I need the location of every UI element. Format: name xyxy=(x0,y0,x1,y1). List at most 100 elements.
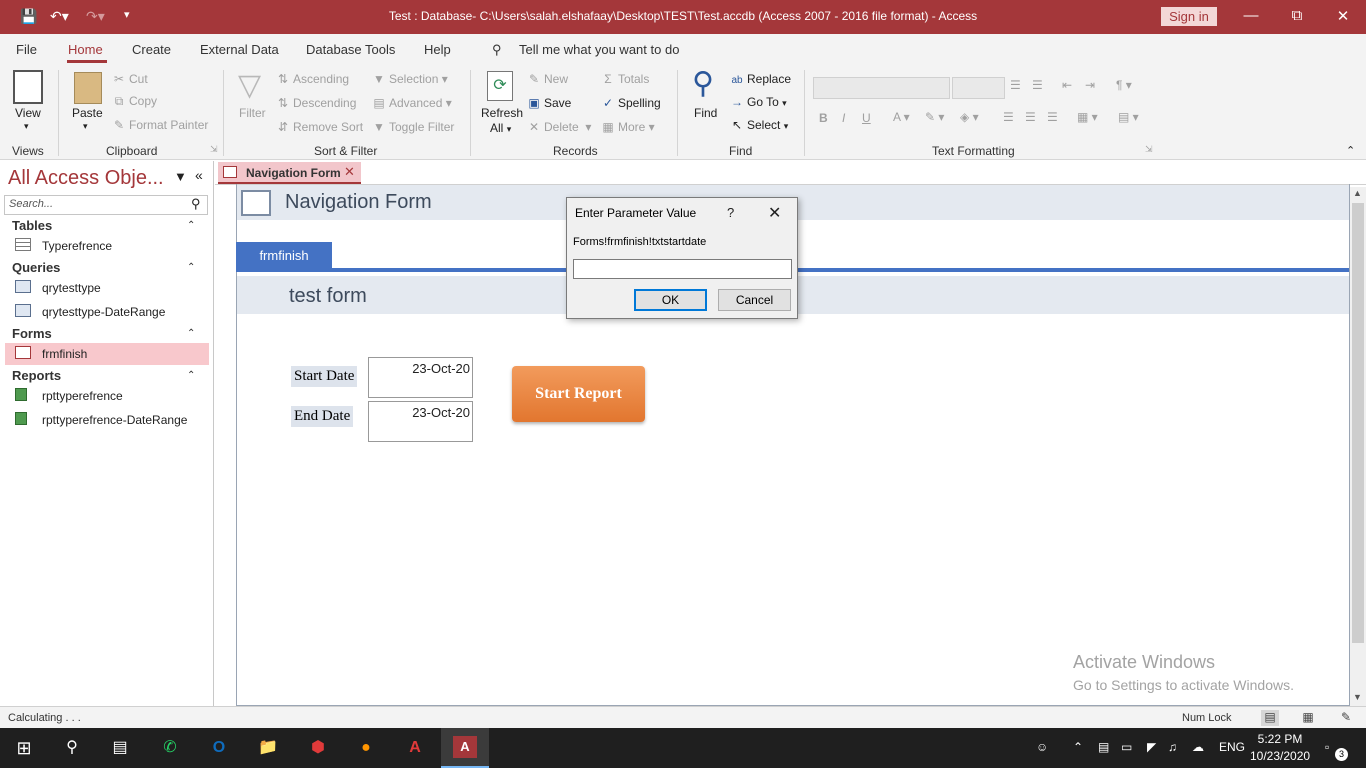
tab-external-data[interactable]: External Data xyxy=(200,42,279,57)
view-dropdown-icon[interactable]: ▾ xyxy=(24,121,29,132)
section-reports[interactable]: Reports xyxy=(12,368,61,383)
section-tables[interactable]: Tables xyxy=(12,218,52,233)
refresh-all-label[interactable]: All ▾ xyxy=(490,121,511,135)
collapse-reports-icon[interactable]: ⌃ xyxy=(187,370,195,381)
nav-item-frmfinish[interactable]: frmfinish xyxy=(5,343,209,365)
acrobat-icon[interactable]: A xyxy=(402,736,428,760)
view-icon[interactable] xyxy=(13,70,43,104)
view-button[interactable]: View xyxy=(15,106,41,120)
clock[interactable]: 5:22 PM 10/23/2020 xyxy=(1250,731,1310,765)
form-view-icon[interactable]: ▤ xyxy=(1261,710,1279,726)
tell-me-input[interactable]: Tell me what you want to do xyxy=(519,42,679,57)
cut-button[interactable]: ✂ Cut xyxy=(112,72,148,86)
start-report-button[interactable]: Start Report xyxy=(512,366,645,422)
wifi-icon[interactable]: ◤ xyxy=(1147,740,1156,754)
scroll-down-icon[interactable]: ▼ xyxy=(1353,692,1362,702)
nav-menu-dropdown-icon[interactable]: ▼ xyxy=(174,169,187,184)
collapse-tables-icon[interactable]: ⌃ xyxy=(187,220,195,231)
scroll-thumb[interactable] xyxy=(1352,203,1364,643)
selection-button[interactable]: ▼ Selection ▾ xyxy=(372,72,448,86)
goto-button[interactable]: → Go To ▾ xyxy=(730,95,787,109)
format-painter-button[interactable]: ✎ Format Painter xyxy=(112,118,208,132)
battery-icon[interactable]: ▭ xyxy=(1121,740,1132,754)
nav-search-input[interactable]: Search... xyxy=(4,195,208,215)
clipboard-launcher-icon[interactable]: ⇲ xyxy=(210,144,218,155)
tray-app-icon[interactable]: ▤ xyxy=(1098,740,1109,754)
nav-pane-title[interactable]: All Access Obje... xyxy=(8,167,164,190)
cancel-button[interactable]: Cancel xyxy=(718,289,791,311)
remove-sort-button[interactable]: ⇵ Remove Sort xyxy=(276,120,363,134)
delete-record-button[interactable]: ✕ Delete ▾ xyxy=(527,120,591,134)
select-button[interactable]: ↖ Select ▾ xyxy=(730,118,788,132)
save-record-button[interactable]: ▣ Save xyxy=(527,96,571,110)
nav-item-typerefrence[interactable]: Typerefrence xyxy=(5,235,209,257)
paste-dropdown-icon[interactable]: ▾ xyxy=(83,121,88,132)
nav-tab-frmfinish[interactable]: frmfinish xyxy=(236,242,332,270)
firefox-icon[interactable]: ● xyxy=(353,736,379,760)
replace-button[interactable]: ab Replace xyxy=(730,72,791,86)
ascending-button[interactable]: ⇅ Ascending xyxy=(276,72,349,86)
section-forms[interactable]: Forms xyxy=(12,326,52,341)
task-view-icon[interactable]: ▤ xyxy=(107,736,133,760)
tray-overflow-icon[interactable]: ⌃ xyxy=(1073,740,1083,754)
action-center-icon[interactable]: ▫ xyxy=(1325,740,1329,754)
design-view-icon[interactable]: ✎ xyxy=(1337,710,1355,726)
cloud-icon[interactable]: ☁ xyxy=(1192,740,1204,754)
tab-database-tools[interactable]: Database Tools xyxy=(306,42,395,57)
layout-view-icon[interactable]: ▦ xyxy=(1299,710,1317,726)
spelling-button[interactable]: ✓ Spelling xyxy=(601,96,661,110)
restore-icon[interactable]: ⧉ xyxy=(1285,7,1309,27)
nav-item-rpttyperefrence[interactable]: rpttyperefrence xyxy=(5,385,209,407)
tab-create[interactable]: Create xyxy=(132,42,171,57)
tab-file[interactable]: File xyxy=(16,42,37,57)
end-date-field[interactable]: 23-Oct-20 xyxy=(368,401,473,442)
document-tab-navigation-form[interactable]: Navigation Form ✕ xyxy=(218,162,361,184)
search-icon[interactable]: ⚲ xyxy=(59,736,85,760)
close-tab-icon[interactable]: ✕ xyxy=(344,164,355,180)
collapse-queries-icon[interactable]: ⌃ xyxy=(187,262,195,273)
ok-button[interactable]: OK xyxy=(634,289,707,311)
advanced-button[interactable]: ▤ Advanced ▾ xyxy=(372,96,451,110)
people-icon[interactable]: ☺ xyxy=(1036,740,1048,754)
toggle-filter-button[interactable]: ▼ Toggle Filter xyxy=(372,120,454,134)
help-icon[interactable]: ? xyxy=(727,205,734,220)
close-icon[interactable]: ✕ xyxy=(1331,7,1355,27)
descending-button[interactable]: ⇅ Descending xyxy=(276,96,356,110)
copy-button[interactable]: ⧉ Copy xyxy=(112,94,157,109)
collapse-ribbon-icon[interactable]: ⌃ xyxy=(1346,144,1355,157)
whatsapp-icon[interactable]: ✆ xyxy=(157,736,183,760)
file-explorer-icon[interactable]: 📁 xyxy=(255,736,281,760)
section-queries[interactable]: Queries xyxy=(12,260,60,275)
nav-item-rpttyperefrence-daterange[interactable]: rpttyperefrence-DateRange xyxy=(5,409,209,431)
parameter-input[interactable] xyxy=(573,259,792,279)
new-record-button[interactable]: ✎ New xyxy=(527,72,568,86)
filter-icon[interactable]: ▽ xyxy=(238,68,261,103)
paste-button[interactable]: Paste xyxy=(72,106,103,120)
sign-in-button[interactable]: Sign in xyxy=(1161,7,1217,26)
refresh-icon[interactable]: ⟳ xyxy=(487,71,513,101)
collapse-forms-icon[interactable]: ⌃ xyxy=(187,328,195,339)
dialog-close-icon[interactable]: ✕ xyxy=(768,203,781,223)
search-icon[interactable]: ⚲ xyxy=(191,196,201,212)
paste-icon[interactable] xyxy=(74,72,102,104)
nav-item-qrytesttype-daterange[interactable]: qrytesttype-DateRange xyxy=(5,301,209,323)
language-indicator[interactable]: ENG xyxy=(1219,740,1245,754)
shutter-bar-icon[interactable]: « xyxy=(195,167,203,183)
app-icon[interactable]: ⬢ xyxy=(305,736,331,760)
more-button[interactable]: ▦ More ▾ xyxy=(601,120,654,134)
find-button[interactable]: Find xyxy=(694,106,717,120)
minimize-icon[interactable]: — xyxy=(1239,7,1263,27)
refresh-all-button[interactable]: Refresh xyxy=(481,106,523,120)
nav-item-qrytesttype[interactable]: qrytesttype xyxy=(5,277,209,299)
tab-home[interactable]: Home xyxy=(68,42,103,57)
volume-icon[interactable]: ♫ xyxy=(1168,740,1177,754)
find-magnifier-icon[interactable]: ⚲ xyxy=(692,66,714,101)
scroll-up-icon[interactable]: ▲ xyxy=(1353,188,1362,198)
outlook-icon[interactable]: O xyxy=(206,736,232,760)
access-taskbar-button[interactable]: A xyxy=(441,728,489,768)
tab-help[interactable]: Help xyxy=(424,42,451,57)
totals-button[interactable]: Σ Totals xyxy=(601,72,649,86)
start-date-field[interactable]: 23-Oct-20 xyxy=(368,357,473,398)
filter-button[interactable]: Filter xyxy=(239,106,266,120)
windows-start-icon[interactable]: ⊞ xyxy=(11,736,37,760)
